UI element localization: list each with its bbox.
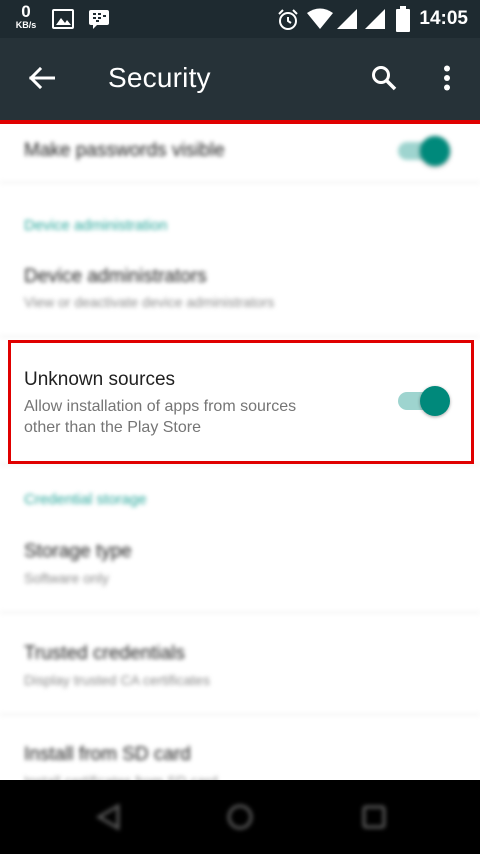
search-button[interactable]	[362, 58, 406, 102]
more-options-button[interactable]	[425, 58, 469, 102]
toolbar: Security	[0, 38, 480, 122]
pref-summary: View or deactivate device administrators	[24, 294, 275, 310]
network-speed: 0 KB/s	[10, 3, 42, 30]
back-button[interactable]	[20, 58, 64, 102]
pref-title: Storage type	[24, 541, 132, 562]
battery-icon	[396, 6, 410, 37]
highlight-box	[8, 340, 474, 464]
image-icon	[52, 9, 74, 34]
search-icon	[371, 65, 397, 96]
make-passwords-visible-switch[interactable]	[396, 133, 454, 169]
network-speed-value: 0	[21, 2, 31, 21]
signal-icon	[364, 8, 386, 35]
alarm-icon	[276, 8, 300, 37]
nav-home-button[interactable]	[220, 799, 260, 839]
category-device-administration: Device administration	[24, 217, 168, 234]
signal-icon	[336, 8, 358, 35]
status-bar: 0 KB/s 14:05	[0, 0, 480, 38]
navigation-bar	[0, 780, 480, 854]
more-vert-icon	[443, 65, 451, 96]
wifi-icon	[306, 8, 334, 35]
switch-thumb	[420, 136, 450, 166]
pref-title: Install from SD card	[24, 744, 191, 765]
nav-back-button[interactable]	[88, 799, 128, 839]
divider	[0, 714, 480, 715]
category-credential-storage: Credential storage	[24, 491, 147, 508]
clock: 14:05	[419, 8, 468, 29]
recents-nav-icon	[361, 804, 387, 835]
home-nav-icon	[226, 803, 254, 836]
divider	[0, 336, 480, 337]
pref-title: Make passwords visible	[24, 140, 225, 161]
arrow-back-icon	[28, 66, 56, 94]
network-speed-unit: KB/s	[15, 20, 37, 30]
divider	[0, 612, 480, 613]
pref-title: Device administrators	[24, 266, 207, 287]
page-title: Security	[108, 62, 211, 93]
pref-summary: Install certificates from SD card	[24, 771, 218, 780]
divider	[0, 464, 480, 465]
nav-recents-button[interactable]	[354, 799, 394, 839]
back-nav-icon	[95, 802, 121, 836]
divider	[0, 182, 480, 183]
pref-summary: Software only	[24, 570, 109, 586]
bbm-icon	[88, 9, 110, 34]
pref-title: Trusted credentials	[24, 643, 185, 664]
pref-summary: Display trusted CA certificates	[24, 672, 210, 688]
